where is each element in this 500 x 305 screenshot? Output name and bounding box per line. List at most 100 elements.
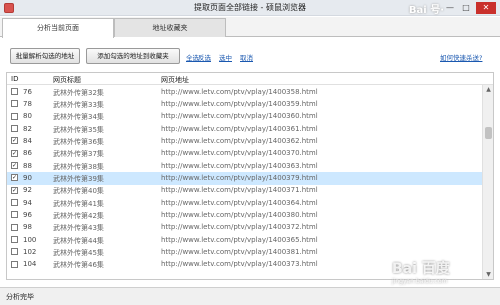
row-checkbox[interactable]: ✓ [11, 174, 18, 182]
table-row[interactable]: ✓ 92 武林外传第40集 http://www.letv.com/ptv/vplay… [7, 185, 483, 197]
table-row[interactable]: 94 武林外传第41集 http://www.letv.com/ptv/vplay/… [7, 197, 483, 209]
row-title: 武林外传第39集 [53, 174, 104, 183]
tab-bar: 分析当前页面 地址收藏夹 [0, 17, 500, 38]
watermark-top: Bai 号· [408, 5, 444, 16]
row-checkbox[interactable] [11, 199, 18, 207]
row-id: 96 [23, 210, 32, 219]
row-id: 92 [23, 186, 32, 195]
cancel-selection-link[interactable]: 取消 [240, 52, 253, 62]
row-id: 80 [23, 112, 32, 121]
status-text: 分析完毕 [6, 293, 34, 301]
row-id: 76 [23, 87, 32, 96]
column-header-id[interactable]: ID [11, 75, 18, 83]
column-header-url[interactable]: 网页地址 [161, 75, 189, 85]
row-title: 武林外传第43集 [53, 224, 104, 233]
close-button[interactable]: ✕ [476, 2, 496, 14]
column-header-title[interactable]: 网页标题 [53, 75, 81, 85]
row-title: 武林外传第34集 [53, 113, 104, 122]
row-title: 武林外传第44集 [53, 236, 104, 245]
row-checkbox[interactable]: ✓ [11, 186, 18, 194]
row-url: http://www.letv.com/ptv/vplay/1400358.ht… [161, 87, 318, 96]
table-row[interactable]: 82 武林外传第35集 http://www.letv.com/ptv/vplay/… [7, 123, 483, 135]
row-url: http://www.letv.com/ptv/vplay/1400360.ht… [161, 112, 318, 121]
table-row[interactable]: 80 武林外传第34集 http://www.letv.com/ptv/vplay/… [7, 111, 483, 123]
help-link[interactable]: 如何快速杀送? [440, 52, 482, 62]
row-id: 102 [23, 247, 37, 256]
table-row[interactable]: ✓ 84 武林外传第36集 http://www.letv.com/ptv/vplay… [7, 135, 483, 147]
scroll-thumb[interactable] [485, 127, 492, 139]
row-title: 武林外传第46集 [53, 261, 104, 270]
title-bar: 提取页面全部链接 - 硕鼠浏览器 Bai 号· — □ ✕ [0, 0, 500, 16]
table-row[interactable]: 100 武林外传第44集 http://www.letv.com/ptv/vplay… [7, 234, 483, 246]
invert-selection-link[interactable]: 反选 [198, 52, 211, 62]
vertical-scrollbar[interactable]: ▲ ▼ [482, 85, 493, 279]
table-row[interactable]: 96 武林外传第42集 http://www.letv.com/ptv/vplay/… [7, 209, 483, 221]
row-url: http://www.letv.com/ptv/vplay/1400365.ht… [161, 235, 318, 244]
row-checkbox[interactable]: ✓ [11, 137, 18, 145]
row-url: http://www.letv.com/ptv/vplay/1400379.ht… [161, 173, 318, 182]
row-checkbox[interactable] [11, 223, 18, 231]
row-checkbox[interactable] [11, 236, 18, 244]
row-url: http://www.letv.com/ptv/vplay/1400380.ht… [161, 210, 318, 219]
row-url: http://www.letv.com/ptv/vplay/1400363.ht… [161, 161, 318, 170]
row-title: 武林外传第40集 [53, 187, 104, 196]
row-checkbox[interactable]: ✓ [11, 149, 18, 157]
row-url: http://www.letv.com/ptv/vplay/1400364.ht… [161, 198, 318, 207]
row-id: 104 [23, 260, 37, 269]
select-highlighted-link[interactable]: 选中 [219, 52, 232, 62]
row-title: 武林外传第35集 [53, 125, 104, 134]
row-url: http://www.letv.com/ptv/vplay/1400361.ht… [161, 124, 318, 133]
row-title: 武林外传第41集 [53, 199, 104, 208]
table-row[interactable]: ✓ 90 武林外传第39集 http://www.letv.com/ptv/vplay… [7, 172, 483, 185]
row-url: http://www.letv.com/ptv/vplay/1400381.ht… [161, 247, 318, 256]
table-header: ID 网页标题 网页地址 [7, 73, 493, 85]
row-checkbox[interactable] [11, 211, 18, 219]
row-id: 100 [23, 235, 37, 244]
row-checkbox[interactable] [11, 260, 18, 268]
batch-parse-button[interactable]: 批量解析勾选的地址 [10, 48, 80, 64]
row-title: 武林外传第33集 [53, 100, 104, 109]
table-row[interactable]: 102 武林外传第45集 http://www.letv.com/ptv/vplay… [7, 246, 483, 258]
tab-favorites[interactable]: 地址收藏夹 [114, 18, 226, 37]
row-id: 90 [23, 173, 32, 182]
row-checkbox[interactable] [11, 125, 18, 133]
row-url: http://www.letv.com/ptv/vplay/1400371.ht… [161, 186, 318, 195]
row-checkbox[interactable] [11, 112, 18, 120]
row-title: 武林外传第32集 [53, 88, 104, 97]
tab-analyze-current[interactable]: 分析当前页面 [2, 18, 114, 38]
table-row[interactable]: ✓ 88 武林外传第38集 http://www.letv.com/ptv/vplay… [7, 160, 483, 172]
row-id: 84 [23, 136, 32, 145]
baidu-watermark: Bai 百度 jingyan.baidu.com [392, 258, 492, 285]
add-to-favorites-button[interactable]: 添加勾选的地址到收藏夹 [86, 48, 180, 64]
row-checkbox[interactable] [11, 248, 18, 256]
watermark-text: Bai 百度 [392, 261, 450, 277]
row-checkbox[interactable] [11, 88, 18, 95]
row-title: 武林外传第42集 [53, 211, 104, 220]
row-title: 武林外传第37集 [53, 150, 104, 159]
link-table: ID 网页标题 网页地址 76 武林外传第32集 http://www.letv.c… [6, 72, 494, 280]
row-url: http://www.letv.com/ptv/vplay/1400372.ht… [161, 223, 318, 232]
row-checkbox[interactable] [11, 100, 18, 108]
maximize-button[interactable]: □ [460, 2, 472, 14]
row-id: 98 [23, 223, 32, 232]
table-row[interactable]: 78 武林外传第33集 http://www.letv.com/ptv/vplay/… [7, 98, 483, 110]
row-title: 武林外传第38集 [53, 162, 104, 171]
table-row[interactable]: ✓ 86 武林外传第37集 http://www.letv.com/ptv/vplay… [7, 148, 483, 160]
row-title: 武林外传第36集 [53, 137, 104, 146]
row-checkbox[interactable]: ✓ [11, 162, 18, 170]
watermark-subtext: jingyan.baidu.com [392, 278, 448, 285]
row-title: 武林外传第45集 [53, 248, 104, 257]
minimize-button[interactable]: — [444, 2, 456, 14]
row-id: 88 [23, 161, 32, 170]
row-url: http://www.letv.com/ptv/vplay/1400370.ht… [161, 149, 318, 158]
status-bar: 分析完毕 [0, 287, 500, 305]
row-id: 78 [23, 99, 32, 108]
row-url: http://www.letv.com/ptv/vplay/1400359.ht… [161, 99, 318, 108]
scroll-up-icon[interactable]: ▲ [483, 85, 493, 95]
table-row[interactable]: 76 武林外传第32集 http://www.letv.com/ptv/vplay/… [7, 86, 483, 98]
table-row[interactable]: 98 武林外传第43集 http://www.letv.com/ptv/vplay/… [7, 222, 483, 234]
table-body: 76 武林外传第32集 http://www.letv.com/ptv/vplay/… [7, 86, 483, 271]
row-id: 86 [23, 149, 32, 158]
toolbar: 批量解析勾选的地址 添加勾选的地址到收藏夹 全选 反选 选中 取消 如何快速杀送… [0, 38, 500, 72]
row-url: http://www.letv.com/ptv/vplay/1400373.ht… [161, 260, 318, 269]
